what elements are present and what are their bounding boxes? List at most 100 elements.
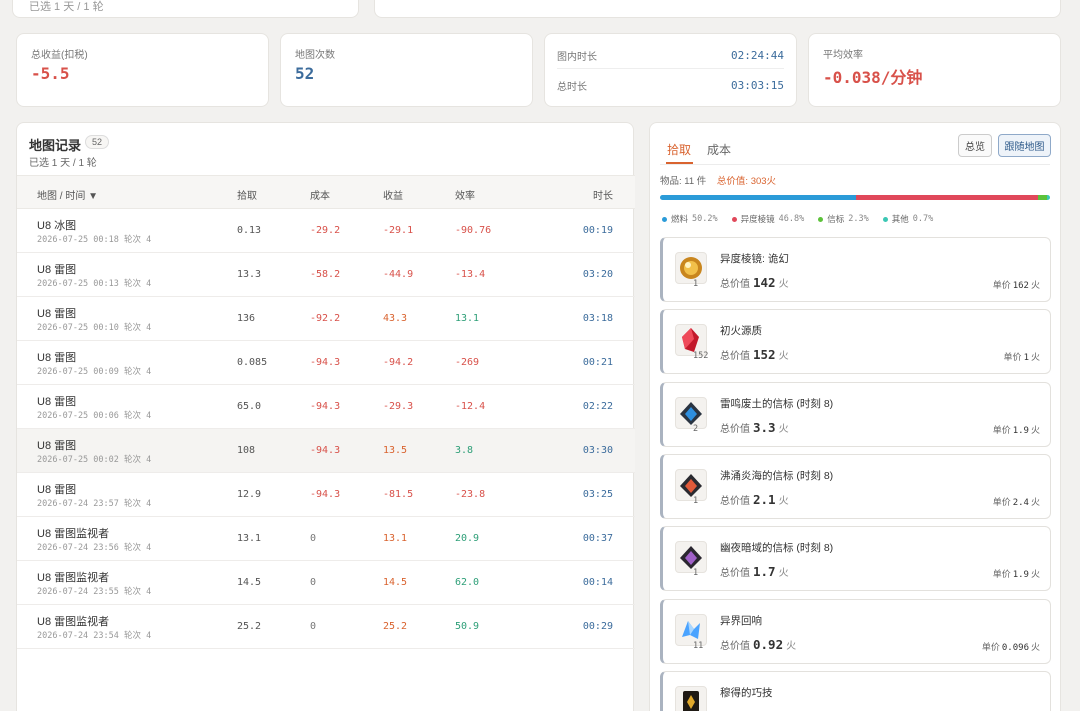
- item-unit-price: 单价 2.4 火: [993, 495, 1040, 508]
- top-right-card: [374, 0, 1061, 18]
- row-income: 25.2: [383, 621, 408, 632]
- row-map-name: U8 雷图: [37, 396, 77, 408]
- item-total-prefix: 总价值: [720, 568, 750, 580]
- overview-button[interactable]: 总览: [958, 134, 992, 157]
- map-count-card: 地图次数 52: [280, 33, 533, 107]
- item-total-number: 2.1: [753, 491, 776, 507]
- item-card[interactable]: 11 异界回响 总价值 0.92 火单价 0.096 火: [660, 598, 1051, 664]
- map-records-title: 地图记录: [29, 138, 82, 153]
- header-income[interactable]: 收益: [383, 187, 403, 202]
- row-duration: 00:14: [582, 577, 613, 588]
- map-count-label: 地图次数: [295, 50, 335, 61]
- header-duration[interactable]: 时长: [593, 187, 613, 202]
- table-row[interactable]: U8 雷图 2026-07-25 00:13 轮次 4 13.3 -58.2 -44.9…: [17, 253, 635, 297]
- row-date: 2026-07-24 23:54 轮次 4: [37, 631, 152, 641]
- table-row[interactable]: U8 雷图 2026-07-24 23:57 轮次 4 12.9 -94.3 -81.5…: [17, 473, 635, 517]
- item-price-prefix: 单价: [1003, 352, 1022, 363]
- row-income: 13.5: [383, 445, 408, 456]
- item-card[interactable]: 1 异度棱镜: 诡幻 总价值 142 火单价 162 火: [660, 237, 1051, 302]
- item-price-unit: 火: [1030, 424, 1040, 435]
- pickup-summary: 物品: 11 件 总价值: 303火: [660, 173, 776, 187]
- tab-pickup[interactable]: 拾取: [665, 141, 694, 164]
- item-price-prefix: 单价: [992, 569, 1011, 580]
- item-card[interactable]: 1 沸涌炎海的信标 (时刻 8) 总价值 2.1 火 单价 2.4 火: [660, 453, 1051, 519]
- item-total-unit: 火: [778, 568, 789, 580]
- item-price-prefix: 单价: [992, 424, 1011, 435]
- table-row[interactable]: U8 雷图 2026-07-25 00:10 轮次 4 136 -92.2 43.3 13…: [17, 297, 635, 341]
- row-pickup: 12.9: [237, 489, 262, 500]
- row-map-name: U8 雷图监视者: [37, 528, 110, 540]
- legend-dot-icon: [818, 216, 824, 222]
- map-records-count-badge: 52: [85, 135, 110, 149]
- item-price-prefix: 单价: [981, 641, 1000, 652]
- row-cost: -94.3: [310, 445, 341, 456]
- top-selection-text: 已选 1 天 / 1 轮: [29, 1, 104, 13]
- item-quantity: 1: [693, 495, 699, 506]
- row-date: 2026-07-25 00:18 轮次 4: [37, 235, 152, 245]
- row-cost: 0: [310, 577, 317, 588]
- table-row[interactable]: U8 雷图 2026-07-25 00:06 轮次 4 65.0 -94.3 -29.3…: [17, 385, 635, 429]
- item-price-number: 0.096: [1001, 642, 1029, 653]
- table-row[interactable]: U8 雷图监视者 2026-07-24 23:55 轮次 4 14.5 0 14.5 62…: [17, 561, 635, 605]
- row-duration: 03:18: [582, 313, 613, 324]
- row-income: -94.2: [383, 357, 414, 368]
- item-quantity: 152: [693, 351, 709, 362]
- item-price-unit: 火: [1030, 641, 1040, 652]
- row-efficiency: 13.1: [455, 313, 480, 324]
- row-cost: -94.3: [310, 489, 341, 500]
- row-pickup: 13.3: [237, 269, 262, 280]
- tab-cost[interactable]: 成本: [707, 141, 731, 158]
- row-cost: 0: [310, 533, 317, 544]
- header-cost[interactable]: 成本: [310, 187, 330, 202]
- row-duration: 00:21: [582, 357, 613, 368]
- item-card[interactable]: 2 雷鸣废土的信标 (时刻 8) 总价值 3.3 火单价 1.9 火: [660, 381, 1051, 447]
- items-count-text: 物品: 11 件: [660, 176, 707, 187]
- table-row[interactable]: U8 雷图监视者 2026-07-24 23:54 轮次 4 25.2 0 25.2 50…: [17, 605, 635, 649]
- table-row[interactable]: U8 冰图 2026-07-25 00:18 轮次 4 0.13 -29.2 -29.1…: [17, 209, 635, 253]
- item-total-value: 总价值 152 火: [720, 347, 789, 362]
- in-map-time-label: 图内时长: [557, 52, 597, 63]
- item-name: 沸涌炎海的信标 (时刻 8): [720, 469, 834, 482]
- row-efficiency: 50.9: [455, 621, 480, 632]
- follow-map-button[interactable]: 跟随地图: [998, 134, 1051, 157]
- item-card[interactable]: 152 初火源质 总价值 152 火单价 1 火: [660, 309, 1051, 375]
- legend-percent: 50.2%: [692, 214, 718, 224]
- legend-dot-icon: [731, 216, 737, 222]
- item-total-value: 总价值 0.92 火: [720, 637, 796, 652]
- row-map-name: U8 雷图: [37, 264, 77, 276]
- row-duration: 02:22: [582, 401, 613, 412]
- table-row[interactable]: U8 雷图 2026-07-25 00:09 轮次 4 0.085 -94.3 -94.…: [17, 341, 635, 385]
- row-map-name: U8 雷图监视者: [37, 616, 110, 628]
- share-bar-segment: [1047, 195, 1050, 200]
- row-duration: 03:25: [582, 489, 613, 500]
- table-row[interactable]: U8 雷图监视者 2026-07-24 23:56 轮次 4 13.1 0 13.1 20…: [17, 517, 635, 561]
- total-time-value: 03:03:15: [731, 78, 784, 92]
- item-quantity: 1: [693, 568, 699, 579]
- item-total-number: 1.7: [753, 564, 776, 580]
- item-price-number: 1.9: [1012, 570, 1029, 581]
- item-total-value: 总价值 2.1 火: [720, 492, 789, 507]
- legend-name: 信标: [827, 214, 845, 224]
- pickup-panel: 拾取 成本 总览 跟随地图 物品: 11 件 总价值: 303火 燃料 50.2%…: [649, 122, 1061, 711]
- legend-dot-icon: [662, 216, 667, 222]
- row-pickup: 14.5: [237, 577, 262, 588]
- row-map-name: U8 雷图: [37, 440, 77, 452]
- row-map-name: U8 雷图: [37, 352, 77, 364]
- header-pickup[interactable]: 拾取: [237, 187, 257, 202]
- row-pickup: 108: [237, 445, 256, 456]
- item-total-value: 总价值 1.7 火: [720, 564, 789, 579]
- row-duration: 00:19: [582, 225, 613, 236]
- item-total-number: 0.92: [753, 636, 784, 652]
- total-time-label: 总时长: [557, 81, 587, 93]
- item-total-prefix: 总价值: [720, 495, 750, 507]
- header-efficiency[interactable]: 效率: [455, 187, 475, 202]
- item-total-prefix: 总价值: [720, 351, 750, 363]
- header-map-time-sort[interactable]: 地图 / 时间 ▼: [37, 187, 98, 202]
- item-card[interactable]: 1 幽夜暗域的信标 (时刻 8) 总价值 1.7 火单价 1.9 火: [660, 526, 1051, 592]
- table-row[interactable]: U8 雷图 2026-07-25 00:02 轮次 4 108 -94.3 13.5 3.…: [17, 429, 635, 473]
- item-price-unit: 火: [1030, 280, 1040, 290]
- item-total-unit: 火: [778, 423, 789, 435]
- item-card[interactable]: 穆得的巧技: [660, 670, 1051, 711]
- in-map-time-value: 02:24:44: [731, 49, 784, 62]
- map-count-value: 52: [295, 64, 315, 83]
